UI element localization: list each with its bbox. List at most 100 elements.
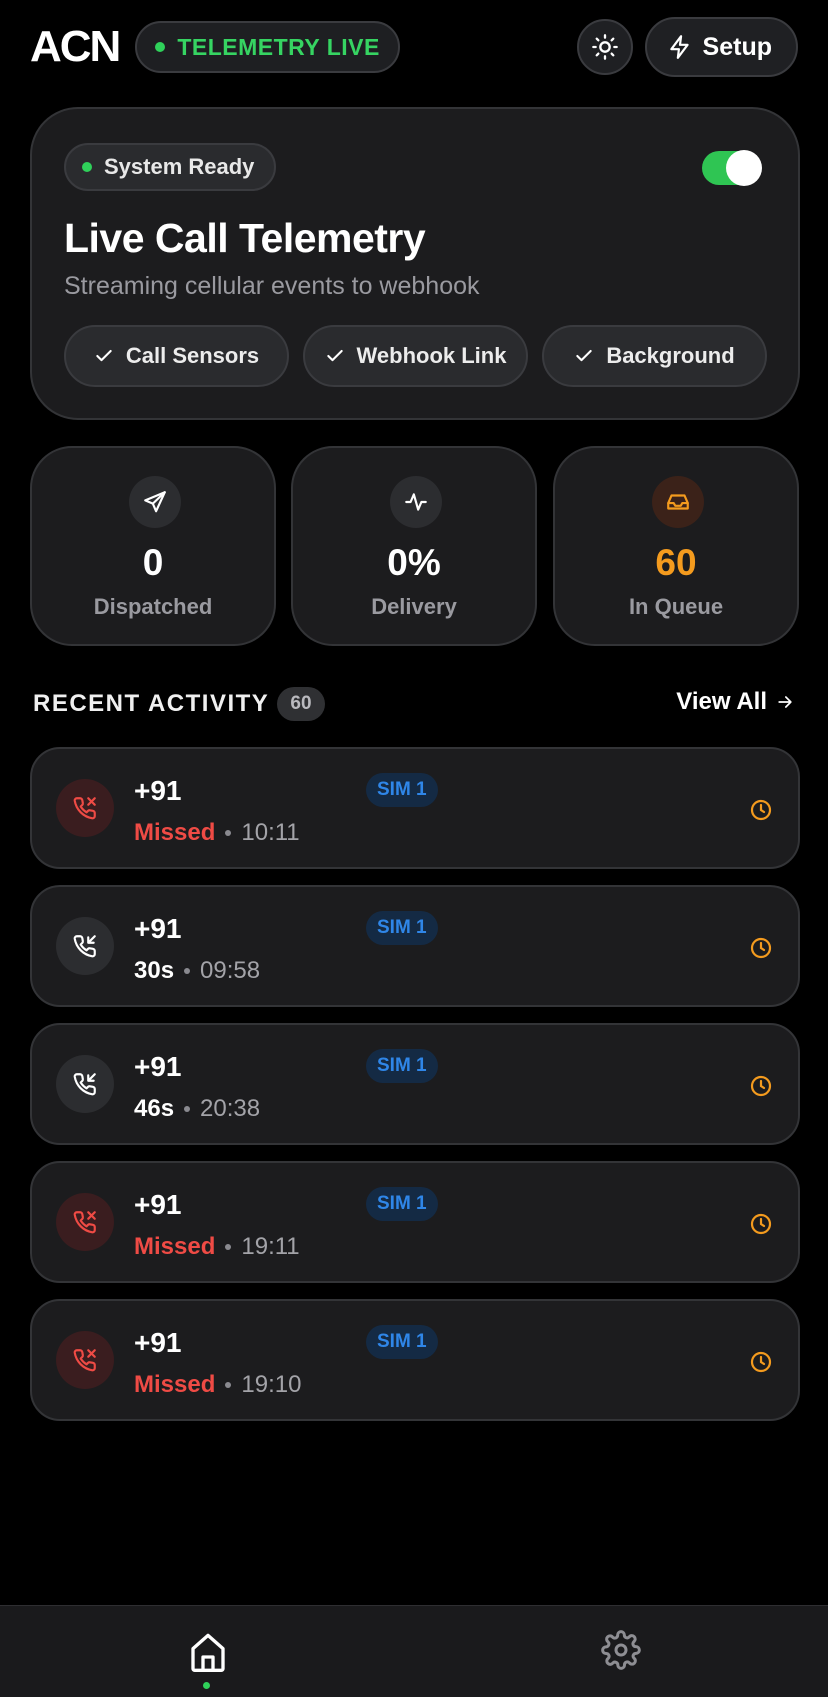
sun-icon [591,34,618,60]
meta-separator [225,1382,232,1388]
meta-separator [225,1244,232,1250]
call-time: 19:11 [241,1233,300,1260]
call-row[interactable]: +91 Missed 19:11 SIM 1 [30,1161,800,1283]
call-meta: Missed 10:11 [134,819,300,847]
telemetry-hero-card: System Ready Live Call Telemetry Streami… [30,107,800,420]
phone-incoming-icon [73,1073,96,1096]
app-logo: ACN [30,22,121,71]
call-row[interactable]: +91 Missed 10:11 SIM 1 [30,747,800,869]
call-meta: 30s 09:58 [134,957,260,985]
sim-badge: SIM 1 [366,773,438,807]
call-time: 20:38 [200,1095,261,1122]
meta-separator [225,830,232,836]
stat-delivery: 0% Delivery [291,446,537,646]
theme-toggle-button[interactable] [576,19,633,75]
call-meta: Missed 19:10 [134,1371,301,1399]
setup-button-label: Setup [702,32,772,61]
phone-missed-icon [73,797,96,820]
hero-title: Live Call Telemetry [64,215,426,261]
inbox-icon [667,494,689,510]
call-time: 19:10 [241,1371,302,1398]
stat-value: 0 [142,542,164,583]
capability-chips: Call Sensors Webhook Link Background [64,325,767,387]
call-row[interactable]: +91 30s 09:58 SIM 1 [30,885,800,1007]
caller-number: +91 [134,1051,182,1082]
nav-home-button[interactable] [188,1630,228,1674]
call-row[interactable]: +91 46s 20:38 SIM 1 [30,1023,800,1145]
nav-active-indicator [203,1682,210,1689]
sim-badge: SIM 1 [366,911,438,945]
call-meta: Missed 19:11 [134,1233,300,1261]
caller-number: +91 [134,775,182,806]
stat-value: 0% [387,542,441,583]
view-all-label: View All [676,688,767,715]
chip-call-sensors[interactable]: Call Sensors [64,325,289,387]
caller-number: +91 [134,913,182,944]
telemetry-toggle-switch[interactable] [702,150,762,186]
call-time: 10:11 [241,819,300,846]
call-type-avatar [56,1055,114,1113]
setup-button[interactable]: Setup [644,17,798,77]
pending-clock-icon [748,1073,774,1099]
meta-separator [184,1106,191,1112]
telemetry-status-pill: TELEMETRY LIVE [135,21,400,73]
toggle-knob [726,150,762,186]
system-status-pill: System Ready [64,143,277,191]
stat-label: In Queue [628,594,724,619]
recent-activity-title: RECENT ACTIVITY [33,690,270,717]
stat-icon-wrap [390,476,442,528]
pending-clock-icon [748,1211,774,1237]
home-icon [191,1633,225,1672]
stat-dispatched: 0 Dispatched [30,446,276,646]
call-time: 09:58 [200,957,261,984]
stat-icon-wrap [652,476,704,528]
call-type-avatar [56,1331,114,1389]
chip-label: Webhook Link [356,343,507,368]
call-meta: 46s 20:38 [134,1095,260,1123]
call-status: Missed [134,1371,216,1398]
call-row[interactable]: +91 Missed 19:10 SIM 1 [30,1299,800,1421]
pending-clock-icon [748,1349,774,1375]
call-duration: 46s [134,1095,175,1122]
activity-icon [405,493,427,511]
nav-settings-button[interactable] [601,1630,641,1670]
caller-number: +91 [134,1189,182,1220]
send-icon [144,491,166,513]
system-status-label: System Ready [104,154,255,179]
chip-label: Background [606,343,735,368]
phone-missed-icon [73,1349,96,1372]
recent-activity-count-badge: 60 [277,687,325,721]
live-indicator-dot [155,42,166,52]
view-all-link[interactable]: View All [676,688,795,716]
stat-icon-wrap [129,476,181,528]
telemetry-status-label: TELEMETRY LIVE [177,33,380,60]
check-icon [576,349,593,362]
call-duration: 30s [134,957,175,984]
stat-label: Dispatched [93,594,213,619]
phone-missed-icon [73,1211,96,1234]
chip-webhook-link[interactable]: Webhook Link [303,325,528,387]
phone-incoming-icon [73,935,96,958]
lightning-icon [669,35,689,59]
sim-badge: SIM 1 [366,1049,438,1083]
check-icon [326,349,343,362]
stat-value: 60 [655,542,697,583]
hero-subtitle: Streaming cellular events to webhook [64,272,480,300]
stat-label: Delivery [371,594,457,619]
sim-badge: SIM 1 [366,1187,438,1221]
pending-clock-icon [748,935,774,961]
ready-indicator-dot [82,162,92,172]
call-status: Missed [134,819,216,846]
call-status: Missed [134,1233,216,1260]
chip-label: Call Sensors [125,343,260,368]
arrow-right-icon [778,696,792,708]
call-type-avatar [56,917,114,975]
app-screen: ACN TELEMETRY LIVE Setup System Ready Li… [0,0,828,1697]
top-bar: ACN TELEMETRY LIVE Setup [30,17,798,77]
call-type-avatar [56,1193,114,1251]
check-icon [96,349,112,362]
meta-separator [184,968,191,974]
pending-clock-icon [748,797,774,823]
sim-badge: SIM 1 [366,1325,438,1359]
chip-background[interactable]: Background [542,325,767,387]
